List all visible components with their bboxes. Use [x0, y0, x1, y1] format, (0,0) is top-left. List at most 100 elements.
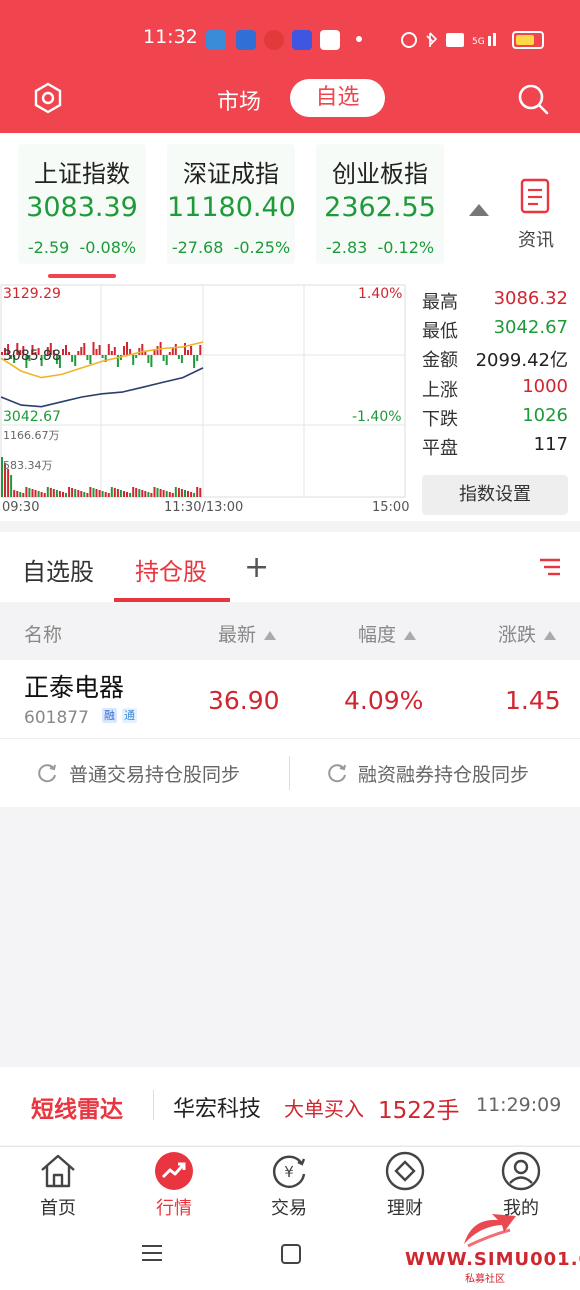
subtab-indicator	[114, 598, 230, 602]
intraday-chart[interactable]	[0, 283, 410, 521]
nav-label-home[interactable]: 首页	[18, 1194, 98, 1220]
volume-bar	[43, 493, 46, 497]
breadth-bar	[196, 355, 199, 361]
index-name: 深证成指	[183, 160, 279, 188]
stat-label-up: 上涨	[422, 380, 458, 401]
svg-text:5G: 5G	[472, 37, 485, 47]
volume-bar	[10, 475, 13, 497]
volume-bar	[129, 493, 132, 497]
column-latest[interactable]: 最新	[218, 620, 277, 647]
sort-icon	[404, 631, 417, 640]
volume-bar	[77, 490, 80, 497]
breadth-bar	[62, 349, 64, 355]
breadth-bar	[153, 350, 156, 355]
volume-bar	[187, 491, 189, 497]
index-name: 上证指数	[34, 160, 130, 188]
breadth-bar	[110, 351, 113, 355]
column-change[interactable]: 涨跌	[498, 620, 557, 647]
volume-bar	[7, 469, 10, 497]
breadth-bar	[171, 348, 174, 355]
volume-top-label: 1166.67万	[3, 429, 60, 442]
volume-bar	[171, 493, 174, 497]
sync-normal-button[interactable]: 普通交易持仓股同步	[69, 760, 240, 787]
breadth-bar	[165, 355, 168, 365]
radar-stock: 华宏科技	[173, 1097, 262, 1122]
volume-bar	[31, 489, 34, 497]
nav-label-wealth[interactable]: 理财	[365, 1194, 445, 1220]
volume-bar	[165, 491, 168, 497]
volume-bar	[65, 493, 67, 497]
volume-bar	[147, 492, 150, 497]
search-icon[interactable]	[516, 82, 550, 120]
home-icon[interactable]	[37, 1150, 79, 1196]
breadth-bar	[190, 346, 193, 355]
connect-badge: 通	[122, 708, 137, 723]
app-notification-icon	[264, 30, 284, 50]
pct-bottom-label: -1.40%	[352, 409, 402, 425]
volume-bar	[13, 490, 16, 497]
news-icon[interactable]	[519, 177, 553, 221]
tab-market[interactable]: 市场	[217, 84, 261, 116]
stat-value-amount: 2099.42亿	[475, 350, 568, 371]
x-label-close: 15:00	[372, 500, 410, 515]
volume-bar	[58, 491, 61, 497]
system-menu-button[interactable]	[142, 1244, 162, 1266]
volume-bar	[16, 491, 19, 497]
volume-bar	[101, 491, 104, 497]
volume-bar	[25, 487, 28, 497]
radar-title: 短线雷达	[31, 1097, 123, 1123]
subtab-holdings[interactable]: 持仓股	[135, 552, 207, 587]
breadth-bar	[193, 355, 196, 368]
breadth-bar	[180, 355, 183, 363]
volume-bar	[34, 490, 37, 497]
y-bottom-label: 3042.67	[3, 409, 61, 425]
index-card-sz[interactable]: 深证成指 11180.40 -27.68 -0.25%	[167, 144, 296, 264]
volume-bar	[190, 492, 193, 497]
breadth-bar	[156, 346, 159, 355]
breadth-bar	[141, 344, 144, 355]
breadth-bar	[68, 352, 71, 355]
volume-bar	[86, 493, 89, 497]
profile-icon[interactable]	[500, 1150, 542, 1196]
index-change: -2.59 -0.08%	[27, 238, 137, 257]
nav-label-trade[interactable]: 交易	[249, 1194, 329, 1220]
stat-value-up: 1000	[522, 376, 568, 397]
add-icon[interactable]: +	[244, 550, 269, 585]
breadth-bar	[147, 355, 150, 363]
volume-bar	[126, 492, 128, 497]
settings-icon[interactable]	[32, 82, 64, 118]
column-range[interactable]: 幅度	[358, 620, 417, 647]
stock-name: 正泰电器	[24, 673, 125, 702]
system-home-button[interactable]	[281, 1244, 301, 1264]
subtab-watchlist-stocks[interactable]: 自选股	[22, 552, 94, 587]
tab-watchlist[interactable]: 自选	[290, 79, 385, 117]
index-card-sh[interactable]: 上证指数 3083.39 -2.59 -0.08%	[18, 144, 146, 264]
breadth-bar	[184, 343, 186, 355]
stat-value-low: 3042.67	[493, 317, 568, 338]
sync-margin-button[interactable]: 融资融券持仓股同步	[358, 760, 529, 787]
collapse-up-icon[interactable]	[468, 202, 490, 221]
breadth-bar	[86, 355, 89, 360]
nav-label-market[interactable]: 行情	[134, 1194, 214, 1220]
sort-menu-icon[interactable]	[538, 557, 562, 581]
index-name: 创业板指	[332, 160, 428, 188]
market-icon[interactable]	[153, 1150, 195, 1196]
index-card-cy[interactable]: 创业板指 2362.55 -2.83 -0.12%	[316, 144, 444, 264]
volume-bar	[68, 487, 71, 497]
breadth-bar	[126, 342, 128, 355]
news-label[interactable]: 资讯	[518, 226, 554, 252]
breadth-bar	[80, 347, 83, 355]
volume-bar	[55, 490, 58, 497]
volume-bar	[92, 488, 95, 497]
stat-value-high: 3086.32	[493, 288, 568, 309]
wealth-icon[interactable]	[384, 1150, 426, 1196]
breadth-bar	[199, 345, 202, 355]
breadth-bar	[98, 345, 101, 355]
index-setting-button[interactable]: 指数设置	[422, 475, 568, 515]
volume-bar	[116, 489, 119, 497]
volume-bar	[46, 487, 49, 497]
stat-label-high: 最高	[422, 292, 458, 313]
trade-icon[interactable]: ¥	[268, 1150, 310, 1196]
divider	[153, 1090, 154, 1120]
selected-card-indicator	[48, 274, 116, 278]
